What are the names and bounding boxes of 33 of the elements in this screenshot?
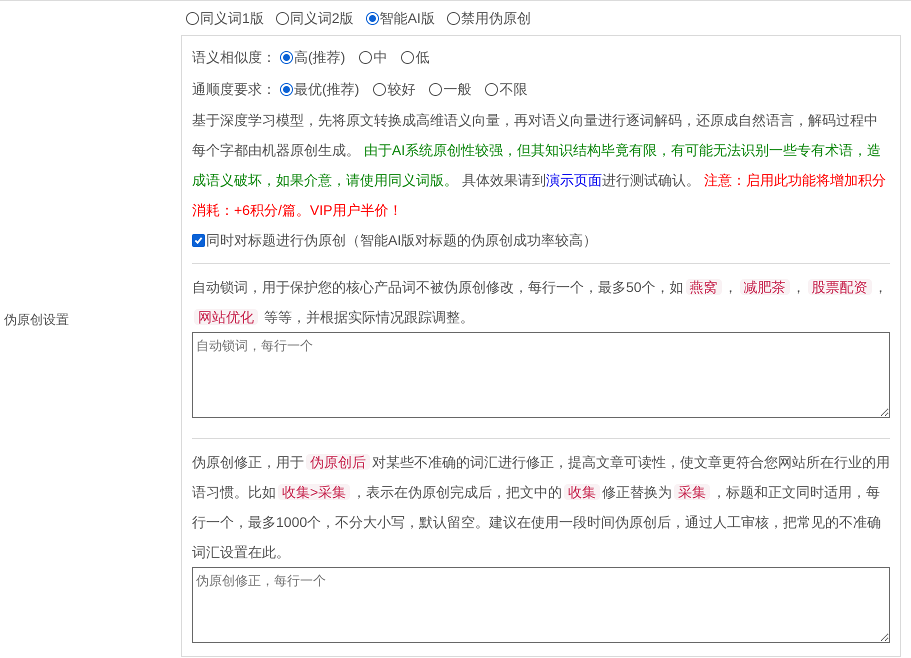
option-text[interactable]: 中 (373, 46, 388, 68)
mode-label[interactable]: 禁用伪原创 (460, 8, 531, 28)
row-label: 伪原创设置 (4, 312, 69, 327)
option-text[interactable]: 一般 (443, 78, 472, 100)
fix-words-field[interactable]: 伪原创修正，每行一个 (192, 567, 890, 643)
option-text[interactable]: 高(推荐) (294, 46, 346, 68)
option-label: 语义相似度： (192, 48, 276, 66)
option-text[interactable]: 较好 (387, 78, 416, 100)
radio-button[interactable] (366, 12, 379, 24)
radio-button[interactable] (280, 82, 293, 96)
radio-button[interactable] (359, 50, 372, 64)
mode-label[interactable]: 智能AI版 (380, 8, 435, 28)
mode-label[interactable]: 同义词1版 (200, 8, 264, 28)
check-icon (194, 236, 203, 244)
lock-description: 自动锁词，用于保护您的核心产品词不被伪原创修改，每行一个，最多50个，如 燕窝 ， 减肥茶 ， 股票配资 ， 网站优化 等等，并根据实际情况跟踪调整。 (192, 278, 889, 327)
radio-button[interactable] (429, 82, 442, 96)
checkbox[interactable] (192, 234, 205, 246)
radio-button[interactable] (373, 82, 386, 96)
fix-description: 伪原创修正，用于 伪原创后 对某些不准确的词汇进行修正，提高文章可读性，使文章更符合您网站所在行业的用语习惯。比如 收集>采集 ，表示在伪原创完成后，把文中的 收集 修正替换为 采集 ，标题和正文同时适用，每行一个，最多1000个，不分大小写，默认留空。建议在使用一段时间伪原创后，通过人工审核，把常见的不准确词汇设置在此。 (192, 453, 890, 562)
option-label: 通顺度要求： (192, 80, 276, 98)
radio-button[interactable] (401, 50, 414, 64)
ai-description: 基于深度学习模型，先将原文转换成高维语义向量，再对语义向量进行逐词解码，还原成自然语言，解码过程中每个字都由机器原创生成。 由于AI系统原创性较强，但其知识结构毕竟有限，有可能无法识别一些专有术语，造成语义破坏，如果介意，请使用同义词版。 具体效果请到演示页面进行测试确认。 注意：启用此功能将增加积分消耗：+6积分/篇。VIP用户半价！ (192, 111, 887, 220)
lock-words-field[interactable]: 自动锁词，每行一个 (192, 332, 890, 418)
option-text[interactable]: 不限 (499, 78, 528, 100)
radio-button[interactable] (446, 12, 460, 24)
mode-label[interactable]: 同义词2版 (290, 8, 354, 28)
radio-button[interactable] (485, 82, 498, 96)
radio-button[interactable] (280, 50, 293, 64)
radio-button[interactable] (186, 12, 199, 24)
option-text[interactable]: 最优(推荐) (294, 78, 360, 100)
radio-button[interactable] (276, 12, 289, 24)
checkbox-label[interactable]: 同时对标题进行伪原创（智能AI版对标题的伪原创成功率较高） (206, 230, 598, 250)
option-text[interactable]: 低 (415, 46, 430, 68)
